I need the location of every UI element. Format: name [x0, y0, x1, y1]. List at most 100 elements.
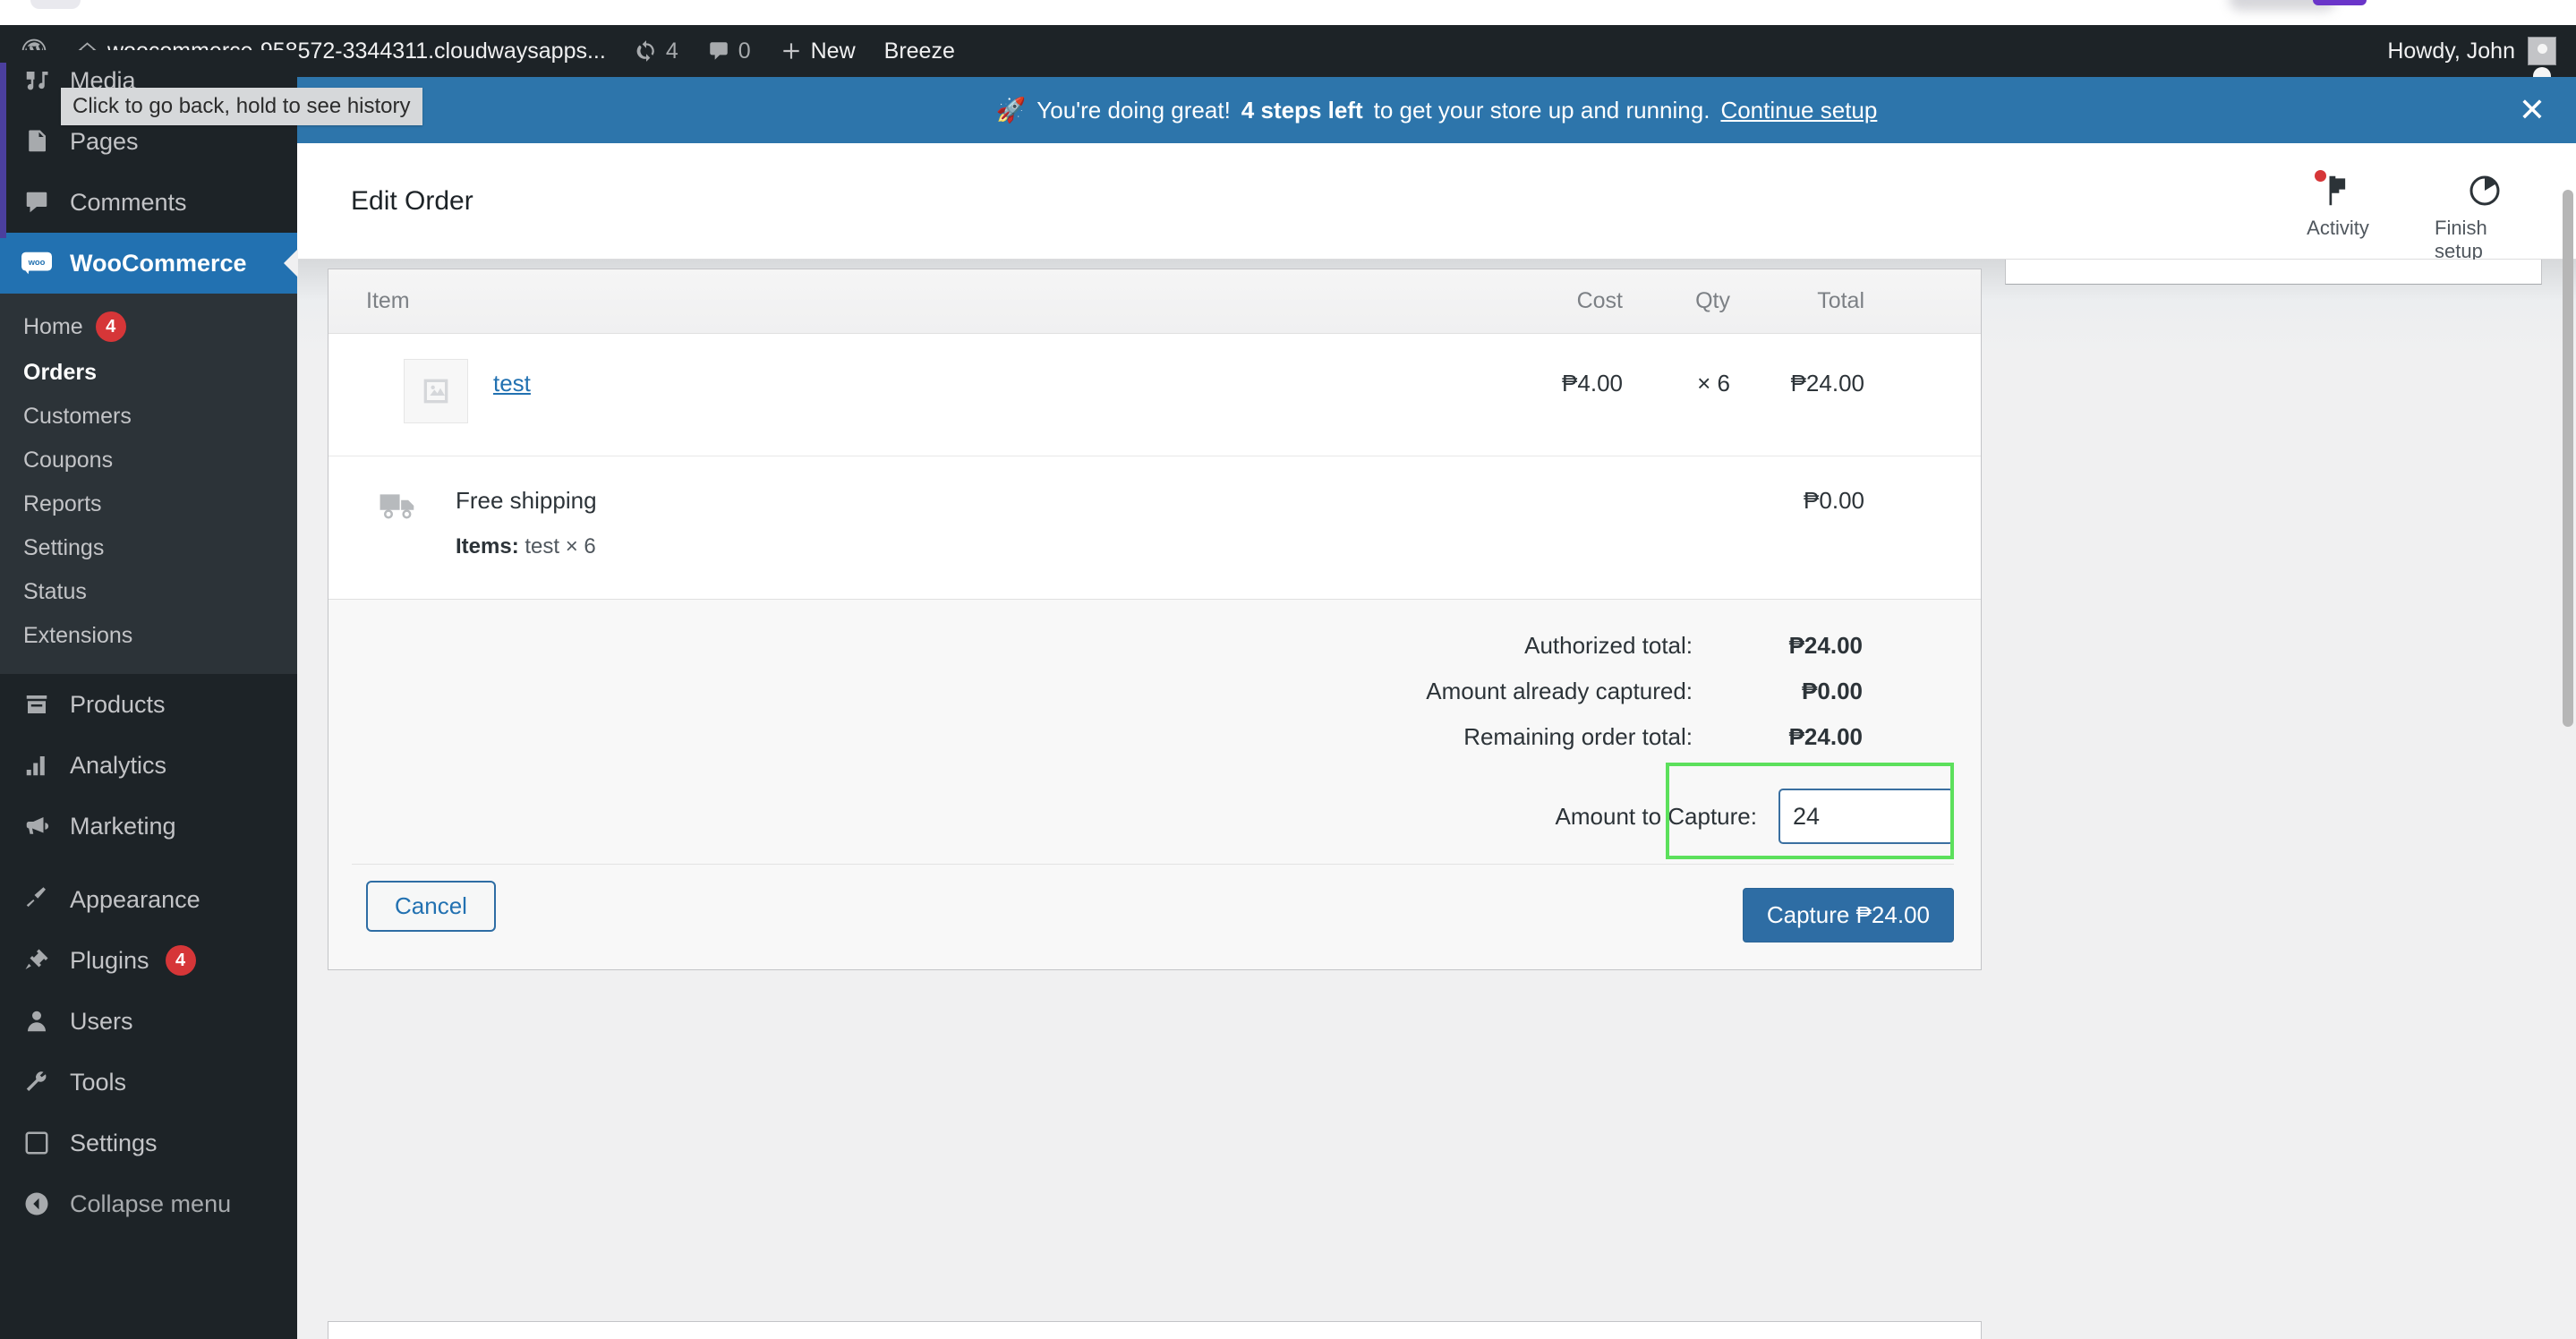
cancel-button[interactable]: Cancel [366, 881, 496, 932]
total-label: Amount already captured: [1426, 678, 1693, 704]
order-item-qty: × 6 [1697, 370, 1730, 397]
new-content-button[interactable]: New [765, 25, 870, 77]
capture-button[interactable]: Capture ₱24.00 [1742, 888, 1954, 942]
authorized-totals-list: Authorized total: ₱24.00 Amount already … [328, 600, 1981, 751]
rocket-icon: 🚀 [995, 97, 1027, 124]
sidebar-item-label: Pages [70, 127, 139, 155]
plugins-icon [20, 947, 54, 974]
notice-prefix: You're doing great! [1036, 96, 1231, 124]
plus-icon [780, 39, 803, 63]
shipping-total: ₱0.00 [1804, 487, 1864, 514]
product-link[interactable]: test [493, 370, 531, 397]
sidebar-subitem-customers[interactable]: Customers [0, 395, 297, 439]
page-scrollbar[interactable] [2560, 143, 2576, 1339]
updates-button[interactable]: 4 [620, 25, 693, 77]
comment-bubble-icon [707, 39, 730, 63]
sidebar-item-label: Analytics [70, 751, 167, 779]
avatar[interactable] [2528, 37, 2556, 77]
new-label: New [810, 38, 856, 64]
image-placeholder-icon [404, 359, 468, 423]
settings-icon [20, 1130, 54, 1156]
marketing-icon [20, 813, 54, 840]
pages-icon [20, 128, 54, 155]
comments-button[interactable]: 0 [693, 25, 765, 77]
activity-unread-dot [2315, 170, 2326, 182]
browser-chrome-sliver [0, 0, 2576, 25]
sidebar-item-marketing[interactable]: Marketing [0, 796, 297, 857]
sidebar-subitem-coupons[interactable]: Coupons [0, 439, 297, 482]
activity-flag-icon [2315, 170, 2353, 211]
sidebar-subitem-reports[interactable]: Reports [0, 482, 297, 526]
sidebar-item-label: Users [70, 1007, 133, 1035]
amount-to-capture-row: Amount to Capture: [328, 769, 1981, 864]
sidebar-subitem-status[interactable]: Status [0, 570, 297, 614]
sidebar-item-products[interactable]: Products [0, 674, 297, 735]
sidebar-item-label: Tools [70, 1068, 127, 1096]
analytics-icon [20, 752, 54, 779]
order-items-header-row: Item Cost Qty Total [328, 269, 1981, 334]
total-label: Remaining order total: [1463, 723, 1693, 750]
sidebar-item-tools[interactable]: Tools [0, 1052, 297, 1113]
amount-to-capture-input[interactable] [1778, 789, 1954, 844]
scrollbar-thumb[interactable] [2563, 190, 2573, 727]
sidebar-item-settings[interactable]: Settings [0, 1113, 297, 1173]
breeze-label: Breeze [883, 38, 955, 64]
shipping-items-label: Items: [456, 534, 519, 559]
truck-icon [366, 487, 431, 521]
svg-text:woo: woo [28, 258, 46, 268]
browser-toolbar-chip [30, 0, 81, 9]
shipping-items-meta: Items: test × 6 [456, 534, 1730, 559]
sidebar-item-label: Products [70, 690, 166, 718]
howdy-label[interactable]: Howdy, John [2387, 38, 2515, 64]
sidebar-subitem-extensions[interactable]: Extensions [0, 614, 297, 658]
appearance-icon [20, 886, 54, 913]
updates-count: 4 [665, 38, 678, 64]
finish-setup-button[interactable]: Finish setup [2435, 170, 2535, 263]
notice-steps-left: 4 steps left [1241, 96, 1363, 124]
home-update-badge: 4 [95, 311, 126, 342]
sidebar-subitem-label: Coupons [23, 448, 114, 473]
sidebar-subitem-home[interactable]: Home 4 [0, 303, 297, 351]
shipping-method-name: Free shipping [456, 487, 597, 514]
capture-actions: Capture ₱24.00 [328, 865, 1981, 969]
continue-setup-link[interactable]: Continue setup [1720, 97, 1877, 124]
screenshot-root: woocommerce-958572-3344311.cloudwaysapps… [0, 0, 2576, 1339]
order-item-total: ₱24.00 [1790, 370, 1864, 397]
sidebar-subitem-orders[interactable]: Orders [0, 351, 297, 395]
collapse-arrow-icon [20, 1190, 54, 1217]
comments-count: 0 [738, 38, 751, 64]
wp-admin-bar: woocommerce-958572-3344311.cloudwaysapps… [0, 25, 2576, 77]
shipping-details: Free shipping Items: test × 6 [431, 487, 1730, 559]
sidebar-item-woocommerce[interactable]: woo WooCommerce [0, 233, 297, 294]
page-header: Edit Order Activity Finish setup [297, 143, 2576, 263]
custom-fields-metabox: Custom Fields ^ ⌄ ▲ Name Value Delete [328, 1321, 1982, 1339]
sidebar-item-label: Marketing [70, 812, 176, 840]
total-value: ₱24.00 [1788, 632, 1863, 659]
woocommerce-submenu: Home 4 Orders Customers Coupons Reports … [0, 294, 297, 674]
sidebar-item-comments[interactable]: Comments [0, 172, 297, 233]
sidebar-subitem-label: Customers [23, 404, 132, 429]
sidebar-item-appearance[interactable]: Appearance [0, 869, 297, 930]
media-icon [20, 67, 54, 94]
breeze-button[interactable]: Breeze [870, 25, 969, 77]
total-row-authorized: Authorized total: ₱24.00 [328, 632, 1981, 660]
sidebar-subitem-settings[interactable]: Settings [0, 526, 297, 570]
users-icon [20, 1008, 54, 1035]
column-header-item: Item [366, 288, 410, 313]
sidebar-subitem-label: Reports [23, 491, 102, 516]
comments-icon [20, 189, 54, 216]
sidebar-subitem-label: Orders [23, 360, 97, 385]
notice-suffix: to get your store up and running. [1373, 96, 1710, 124]
sidebar-collapse-menu[interactable]: Collapse menu [0, 1173, 297, 1234]
sidebar-item-label: Settings [70, 1129, 158, 1156]
wp-admin-sidebar: Media Pages Comments woo WooCommerce Hom… [0, 50, 297, 1339]
order-item-name-cell: test [468, 359, 1488, 397]
sidebar-item-analytics[interactable]: Analytics [0, 735, 297, 796]
sidebar-item-plugins[interactable]: Plugins 4 [0, 930, 297, 991]
sidebar-subitem-label: Status [23, 579, 87, 604]
activity-button[interactable]: Activity [2288, 170, 2388, 263]
admin-bar-right-group: Howdy, John [2387, 37, 2576, 77]
close-icon[interactable]: ✕ [2519, 94, 2546, 126]
order-totals-footer: Authorized total: ₱24.00 Amount already … [328, 600, 1981, 969]
sidebar-item-users[interactable]: Users [0, 991, 297, 1052]
